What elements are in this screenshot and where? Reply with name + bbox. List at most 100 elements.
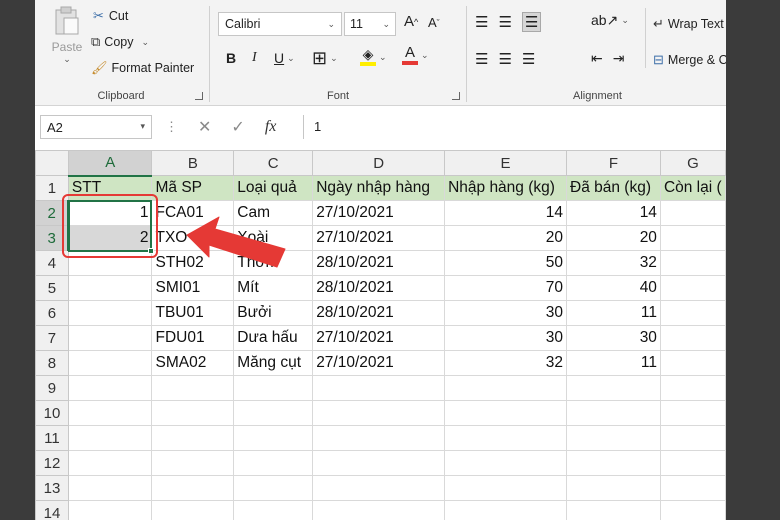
- column-header[interactable]: G: [659, 150, 726, 176]
- align-center-icon[interactable]: ☰: [498, 50, 511, 68]
- cell[interactable]: [233, 400, 314, 426]
- cell[interactable]: 2: [67, 225, 153, 251]
- cell[interactable]: STH02: [151, 250, 235, 276]
- orientation-button[interactable]: ab↗ ⌄: [591, 12, 629, 29]
- cut-button[interactable]: ✂ Cut: [93, 8, 128, 24]
- row-header[interactable]: 11: [35, 425, 69, 451]
- cell[interactable]: [233, 500, 314, 520]
- bold-button[interactable]: B: [226, 50, 236, 66]
- cell[interactable]: [67, 500, 153, 520]
- cell[interactable]: [659, 500, 726, 520]
- align-left-icon[interactable]: ☰: [475, 50, 488, 68]
- cell[interactable]: Đã bán (kg): [566, 175, 661, 201]
- cell[interactable]: SMI01: [151, 275, 235, 301]
- font-size-select[interactable]: 11 ⌄: [344, 12, 396, 36]
- column-header[interactable]: F: [566, 150, 661, 176]
- grow-font-button[interactable]: A ^: [404, 13, 418, 30]
- cell[interactable]: 27/10/2021: [312, 225, 446, 251]
- column-header[interactable]: B: [151, 150, 235, 176]
- cell[interactable]: [659, 350, 726, 376]
- cell[interactable]: 11: [566, 350, 661, 376]
- cell[interactable]: Mít: [233, 275, 314, 301]
- italic-button[interactable]: I: [252, 50, 257, 66]
- align-middle-icon[interactable]: ☰: [498, 13, 511, 31]
- cell[interactable]: [659, 425, 726, 451]
- cell[interactable]: FDU01: [151, 325, 235, 351]
- cell[interactable]: [659, 400, 726, 426]
- paste-button[interactable]: Paste ⌄: [43, 6, 91, 65]
- align-right-icon[interactable]: ☰: [522, 50, 535, 68]
- cell[interactable]: TXO: [151, 225, 235, 251]
- cell[interactable]: Mã SP: [151, 175, 235, 201]
- cell[interactable]: Cam: [233, 200, 314, 226]
- row-header[interactable]: 6: [35, 300, 69, 326]
- cell[interactable]: [566, 450, 661, 476]
- row-header[interactable]: 1: [35, 175, 69, 201]
- cell[interactable]: Xoài: [233, 225, 314, 251]
- row-header[interactable]: 3: [35, 225, 70, 251]
- cell[interactable]: [659, 225, 726, 251]
- row-header[interactable]: 9: [35, 375, 69, 401]
- row-header[interactable]: 8: [35, 350, 69, 376]
- cell[interactable]: [659, 300, 726, 326]
- cell[interactable]: 27/10/2021: [312, 325, 446, 351]
- borders-button[interactable]: ⊞ ⌄: [312, 48, 338, 69]
- cell[interactable]: [444, 425, 567, 451]
- cell[interactable]: [67, 400, 153, 426]
- cell[interactable]: [151, 425, 235, 451]
- row-header[interactable]: 5: [35, 275, 69, 301]
- cell[interactable]: [67, 375, 153, 401]
- cell[interactable]: [67, 450, 153, 476]
- formula-input[interactable]: 1: [303, 115, 726, 139]
- cell[interactable]: 20: [444, 225, 567, 251]
- cell[interactable]: [67, 275, 153, 301]
- decrease-indent-icon[interactable]: ⇤: [591, 50, 603, 67]
- cell[interactable]: [566, 425, 661, 451]
- cell[interactable]: Ngày nhập hàng: [312, 175, 446, 201]
- column-header[interactable]: D: [312, 150, 446, 176]
- cell[interactable]: Thơm: [233, 250, 314, 276]
- cell[interactable]: 27/10/2021: [312, 200, 446, 226]
- column-header[interactable]: A: [67, 150, 153, 177]
- cell[interactable]: 11: [566, 300, 661, 326]
- cell[interactable]: [312, 450, 446, 476]
- wrap-text-button[interactable]: ↵ Wrap Text: [653, 16, 724, 32]
- row-header[interactable]: 14: [35, 500, 69, 520]
- cell[interactable]: 50: [444, 250, 567, 276]
- row-header[interactable]: 7: [35, 325, 69, 351]
- dialog-launcher-icon[interactable]: [195, 92, 203, 100]
- align-top-icon[interactable]: ☰: [475, 13, 488, 31]
- cell[interactable]: [67, 250, 153, 276]
- cell[interactable]: [312, 500, 446, 520]
- cell[interactable]: [151, 400, 235, 426]
- cell[interactable]: [659, 450, 726, 476]
- cell[interactable]: [151, 500, 235, 520]
- cell[interactable]: [659, 250, 726, 276]
- row-header[interactable]: 12: [35, 450, 69, 476]
- cell[interactable]: [67, 350, 153, 376]
- cell[interactable]: Nhập hàng (kg): [444, 175, 567, 201]
- cell[interactable]: 27/10/2021: [312, 350, 446, 376]
- increase-indent-icon[interactable]: ⇥: [613, 50, 625, 67]
- fill-color-button[interactable]: ◈ ⌄: [360, 47, 387, 66]
- cell[interactable]: Còn lại (: [659, 175, 726, 201]
- cell[interactable]: [312, 475, 446, 501]
- cell[interactable]: [67, 300, 153, 326]
- cell[interactable]: 28/10/2021: [312, 275, 446, 301]
- cell[interactable]: [67, 475, 153, 501]
- cell[interactable]: [659, 200, 726, 226]
- cell[interactable]: 14: [566, 200, 661, 226]
- cancel-icon[interactable]: ✕: [198, 117, 211, 137]
- row-header[interactable]: 10: [35, 400, 69, 426]
- insert-function-icon[interactable]: fx: [265, 118, 277, 136]
- font-color-button[interactable]: A ⌄: [402, 45, 429, 65]
- cell[interactable]: 70: [444, 275, 567, 301]
- cell[interactable]: [659, 475, 726, 501]
- fill-handle[interactable]: [148, 248, 154, 254]
- cell[interactable]: [566, 475, 661, 501]
- cell[interactable]: [659, 375, 726, 401]
- cell[interactable]: [444, 500, 567, 520]
- select-all-button[interactable]: [35, 150, 69, 176]
- row-header[interactable]: 13: [35, 475, 69, 501]
- cell[interactable]: [233, 425, 314, 451]
